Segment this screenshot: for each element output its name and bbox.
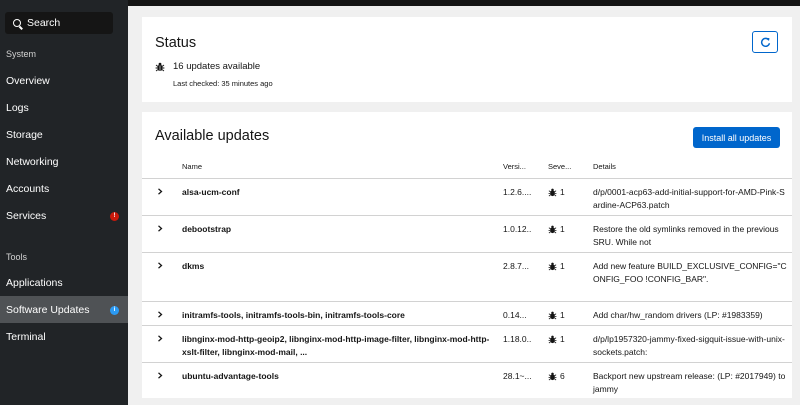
sidebar-item-services[interactable]: Services ! [0,202,128,229]
package-version: 1.2.6.... [503,187,531,197]
severity-cell: 1 [548,223,565,236]
severity-count: 1 [560,334,565,344]
chevron-right-icon[interactable] [157,262,163,269]
package-version: 28.1~... [503,371,531,381]
status-card: Status 16 updates available Last checked… [142,17,792,102]
sidebar-item-label: Accounts [6,182,50,195]
package-version: 1.18.0... [503,334,531,344]
search-icon [13,19,21,27]
refresh-icon [760,37,770,47]
bug-icon [548,188,557,197]
install-all-updates-button[interactable]: Install all updates [693,127,780,148]
sidebar-item-label: Networking [6,155,59,168]
chevron-right-icon[interactable] [157,188,163,195]
severity-count: 1 [560,261,565,271]
search-label: Search [27,17,61,29]
column-header-version[interactable]: Versi... [503,162,526,171]
package-details: d/p/0001-acp63-add-initial-support-for-A… [593,187,785,210]
column-header-name[interactable]: Name [182,162,202,171]
package-details: Add char/hw_random drivers (LP: #1983359… [593,310,763,320]
severity-count: 1 [560,310,565,320]
package-name: debootstrap [182,224,232,234]
package-details: Add new feature BUILD_EXCLUSIVE_CONFIG="… [593,261,787,284]
sidebar-item-label: Logs [6,101,29,114]
package-version: 2.8.7... [503,261,529,271]
chevron-right-icon[interactable] [157,311,163,318]
chevron-right-icon[interactable] [157,225,163,232]
updates-title: Available updates [155,128,270,144]
table-row[interactable]: initramfs-tools, initramfs-tools-bin, in… [142,301,792,325]
package-name: alsa-ucm-conf [182,187,240,197]
table-row[interactable]: alsa-ucm-conf 1.2.6.... 1 d/p/0001-acp63… [142,178,792,215]
bug-icon [548,372,557,381]
sidebar-item-storage[interactable]: Storage [0,121,128,148]
bug-icon [155,62,165,72]
sidebar-item-software-updates[interactable]: Software Updates i [0,296,128,323]
last-checked-text: Last checked: 35 minutes ago [173,79,273,88]
sidebar-item-networking[interactable]: Networking [0,148,128,175]
sidebar-item-terminal[interactable]: Terminal [0,323,128,350]
sidebar-item-label: Software Updates [6,303,90,316]
status-summary: 16 updates available [155,61,260,72]
package-version: 0.14... [503,310,527,320]
sidebar-item-label: Overview [6,74,50,87]
sidebar-item-label: Storage [6,128,43,141]
chevron-right-icon[interactable] [157,372,163,379]
bug-icon [548,311,557,320]
sidebar-item-label: Terminal [6,330,46,343]
package-details: d/p/lp1957320-jammy-fixed-sigquit-issue-… [593,334,785,357]
severity-cell: 1 [548,333,565,346]
sidebar-item-logs[interactable]: Logs [0,94,128,121]
bug-icon [548,262,557,271]
severity-cell: 6 [548,370,565,383]
package-details: Restore the old symlinks removed in the … [593,224,779,247]
sidebar-item-applications[interactable]: Applications [0,269,128,296]
column-header-severity[interactable]: Seve... [548,162,571,171]
sidebar: Search System Overview Logs Storage Netw… [0,0,128,405]
section-label-tools: Tools [6,252,28,262]
sidebar-item-accounts[interactable]: Accounts [0,175,128,202]
package-name: dkms [182,261,205,271]
severity-count: 6 [560,371,565,381]
severity-cell: 1 [548,260,565,273]
table-row[interactable]: libnginx-mod-http-geoip2, libnginx-mod-h… [142,325,792,362]
bug-icon [548,335,557,344]
table-row[interactable]: debootstrap 1.0.12... 1 Restore the old … [142,215,792,252]
info-badge-icon: i [110,305,119,315]
search-input[interactable]: Search [5,12,113,34]
severity-count: 1 [560,224,565,234]
sidebar-item-label: Services [6,209,47,222]
severity-cell: 1 [548,309,565,322]
status-title: Status [155,35,197,51]
chevron-right-icon[interactable] [157,335,163,342]
severity-count: 1 [560,187,565,197]
refresh-button[interactable] [752,31,778,53]
bug-icon [548,225,557,234]
package-name: ubuntu-advantage-tools [182,371,279,381]
package-details: Backport new upstream release: (LP: #201… [593,371,786,394]
package-name: initramfs-tools, initramfs-tools-bin, in… [182,310,405,320]
sidebar-item-label: Applications [6,276,63,289]
updates-count-text: 16 updates available [173,61,261,72]
package-version: 1.0.12... [503,224,531,234]
sidebar-item-overview[interactable]: Overview [0,67,128,94]
package-name: libnginx-mod-http-geoip2, libnginx-mod-h… [182,334,490,357]
severity-cell: 1 [548,186,565,199]
section-label-system: System [6,49,37,59]
column-header-details: Details [593,162,616,171]
available-updates-card: Available updates Install all updates Na… [142,112,792,398]
table-row[interactable]: dkms 2.8.7... 1 Add new feature BUILD_EX… [142,252,792,301]
error-badge-icon: ! [110,211,119,221]
table-row[interactable]: ubuntu-advantage-tools 28.1~... 6 Backpo… [142,362,792,398]
